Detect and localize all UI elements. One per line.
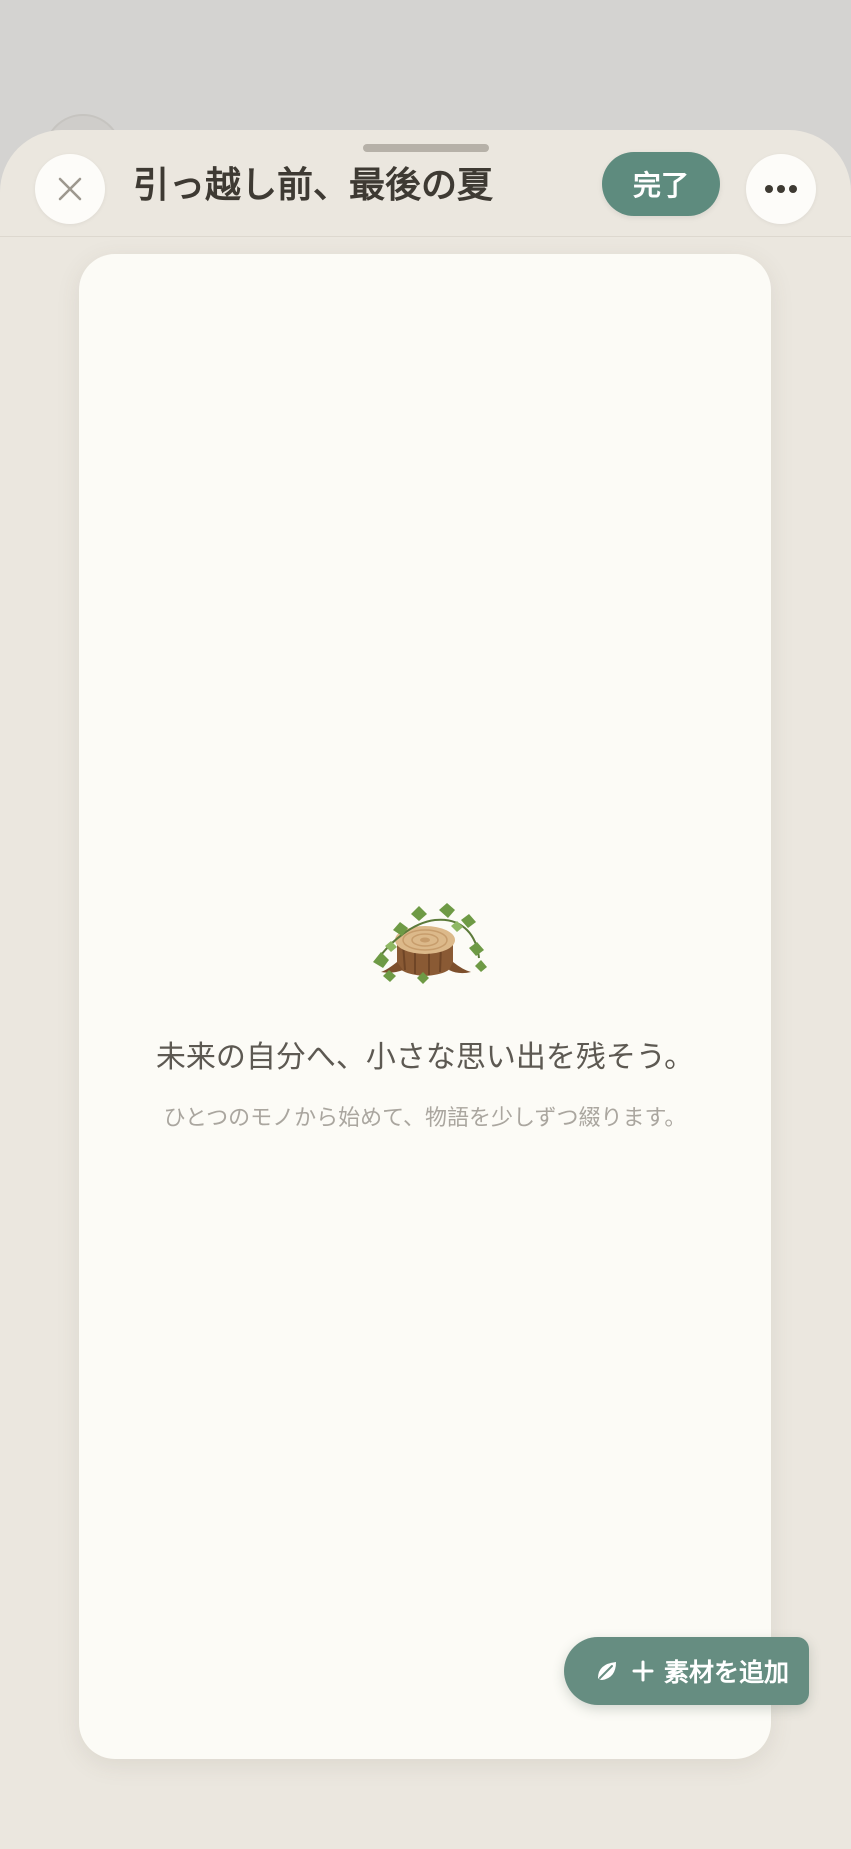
story-canvas[interactable]: 未来の自分へ、小さな思い出を残そう。 ひとつのモノから始めて、物語を少しずつ綴り… xyxy=(79,254,771,1759)
empty-state-subtitle: ひとつのモノから始めて、物語を少しずつ綴ります。 xyxy=(163,1106,687,1131)
add-material-button[interactable]: 素材を追加 xyxy=(564,1637,809,1705)
plus-icon xyxy=(632,1660,654,1682)
tree-stump-ivy-icon xyxy=(373,903,487,984)
add-material-label: 素材を追加 xyxy=(664,1658,790,1687)
close-button[interactable] xyxy=(35,154,105,224)
close-icon xyxy=(58,177,82,201)
done-button[interactable]: 完了 xyxy=(602,152,720,216)
leaf-icon xyxy=(598,1662,616,1680)
more-horizontal-icon xyxy=(765,185,797,193)
sheet-title: 引っ越し前、最後の夏 xyxy=(133,165,494,206)
sheet-grabber[interactable] xyxy=(363,144,489,152)
editor-sheet: 引っ越し前、最後の夏 完了 未来の自分へ、小さな思い出を残そう。 ひとつのモノか… xyxy=(0,130,851,1849)
empty-state-title: 未来の自分へ、小さな思い出を残そう。 xyxy=(155,1040,695,1075)
more-button[interactable] xyxy=(746,154,816,224)
